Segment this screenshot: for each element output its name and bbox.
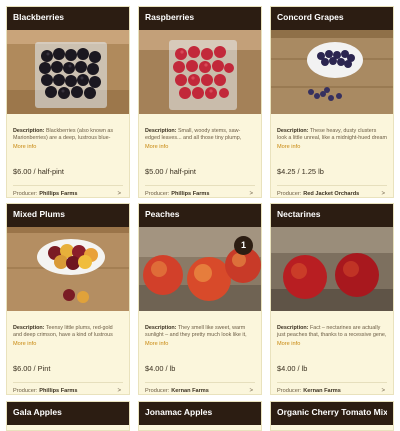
producer-label: Producer: — [277, 388, 302, 394]
product-title[interactable]: Mixed Plums — [13, 209, 123, 219]
product-price: $4.25 / 1.25 lb — [277, 167, 324, 176]
chevron-right-icon[interactable]: > — [249, 191, 253, 197]
producer-label: Producer: — [145, 191, 170, 197]
card-header: Peaches — [139, 204, 261, 227]
producer-name[interactable]: Phillips Farms — [171, 191, 209, 197]
producer-row[interactable]: Producer: Kernan Farms > — [271, 383, 393, 394]
product-photo-blackberries[interactable] — [7, 30, 129, 114]
product-photo-concord-grapes[interactable] — [271, 30, 393, 114]
card-header: Nectarines — [271, 204, 393, 227]
product-description: Description: These heavy, dusty clusters… — [277, 128, 387, 142]
producer-row[interactable]: Producer: Phillips Farms > — [7, 383, 129, 394]
producer-row[interactable]: Producer: Kernan Farms > — [139, 383, 261, 394]
product-title[interactable]: Organic Cherry Tomato Mix — [277, 407, 387, 417]
product-description: Description: Teensy little plums, red-go… — [13, 325, 113, 339]
card-header: Raspberries — [139, 7, 261, 30]
card-header: Gala Apples — [7, 402, 129, 425]
more-info-link[interactable]: More info — [139, 339, 261, 347]
product-card-jonamac-apples[interactable]: Jonamac Apples — [138, 401, 262, 431]
product-title[interactable]: Blackberries — [13, 12, 123, 22]
more-info-link[interactable]: More info — [7, 142, 129, 150]
product-description: Description: They smell like sweet, warm… — [145, 325, 247, 339]
chevron-right-icon[interactable]: > — [117, 388, 121, 394]
card-header: Jonamac Apples — [139, 402, 261, 425]
cart-count-badge[interactable]: 1 — [234, 236, 253, 255]
product-card-concord-grapes[interactable]: Concord Grapes Description: These heavy,… — [270, 6, 394, 198]
producer-row[interactable]: Producer: Phillips Farms > — [7, 186, 129, 197]
product-price: $5.00 / half-pint — [145, 167, 196, 176]
more-info-link[interactable]: More info — [139, 142, 261, 150]
producer-name[interactable]: Phillips Farms — [39, 388, 77, 394]
chevron-right-icon[interactable]: > — [249, 388, 253, 394]
product-card-peaches[interactable]: Peaches 1 Description: They smell like s… — [138, 203, 262, 395]
more-info-link[interactable]: More info — [271, 142, 393, 150]
producer-label: Producer: — [145, 388, 170, 394]
card-header: Mixed Plums — [7, 204, 129, 227]
product-photo-nectarines[interactable] — [271, 227, 393, 311]
product-price: $6.00 / Pint — [13, 364, 51, 373]
product-description: Description: Small, woody stems, saw-edg… — [145, 128, 242, 142]
product-price: $4.00 / lb — [277, 364, 308, 373]
product-photo-raspberries[interactable] — [139, 30, 261, 114]
product-card-raspberries[interactable]: Raspberries Description: Small, woody st… — [138, 6, 262, 198]
product-card-nectarines[interactable]: Nectarines Description: Fact – nectarine… — [270, 203, 394, 395]
product-title[interactable]: Nectarines — [277, 209, 387, 219]
producer-row[interactable]: Producer: Phillips Farms > — [139, 186, 261, 197]
product-description: Description: Fact – nectarines are actua… — [277, 325, 387, 339]
producer-name[interactable]: Red Jacket Orchards — [303, 191, 359, 197]
product-card-blackberries[interactable]: Blackberries Description: Blackberries (… — [6, 6, 130, 198]
more-info-link[interactable]: More info — [7, 339, 129, 347]
more-info-link[interactable]: More info — [271, 339, 393, 347]
product-title[interactable]: Raspberries — [145, 12, 255, 22]
product-description: Description: Blackberries (also known as… — [13, 128, 114, 142]
product-card-mixed-plums[interactable]: Mixed Plums Description: Teensy little p… — [6, 203, 130, 395]
product-card-gala-apples[interactable]: Gala Apples — [6, 401, 130, 431]
producer-name[interactable]: Kernan Farms — [303, 388, 341, 394]
chevron-right-icon[interactable]: > — [381, 191, 385, 197]
product-card-organic-cherry-tomato-mix[interactable]: Organic Cherry Tomato Mix — [270, 401, 394, 431]
card-header: Blackberries — [7, 7, 129, 30]
producer-name[interactable]: Phillips Farms — [39, 191, 77, 197]
product-title[interactable]: Peaches — [145, 209, 255, 219]
producer-name[interactable]: Kernan Farms — [171, 388, 209, 394]
producer-label: Producer: — [277, 191, 302, 197]
chevron-right-icon[interactable]: > — [117, 191, 121, 197]
product-price: $4.00 / lb — [145, 364, 176, 373]
producer-label: Producer: — [13, 388, 38, 394]
product-price: $6.00 / half-pint — [13, 167, 64, 176]
chevron-right-icon[interactable]: > — [381, 388, 385, 394]
product-title[interactable]: Concord Grapes — [277, 12, 387, 22]
product-title[interactable]: Gala Apples — [13, 407, 123, 417]
card-header: Concord Grapes — [271, 7, 393, 30]
product-photo-mixed-plums[interactable] — [7, 227, 129, 311]
producer-row[interactable]: Producer: Red Jacket Orchards > — [271, 186, 393, 197]
card-header: Organic Cherry Tomato Mix — [271, 402, 393, 425]
product-photo-peaches[interactable]: 1 — [139, 227, 261, 311]
producer-label: Producer: — [13, 191, 38, 197]
product-title[interactable]: Jonamac Apples — [145, 407, 255, 417]
